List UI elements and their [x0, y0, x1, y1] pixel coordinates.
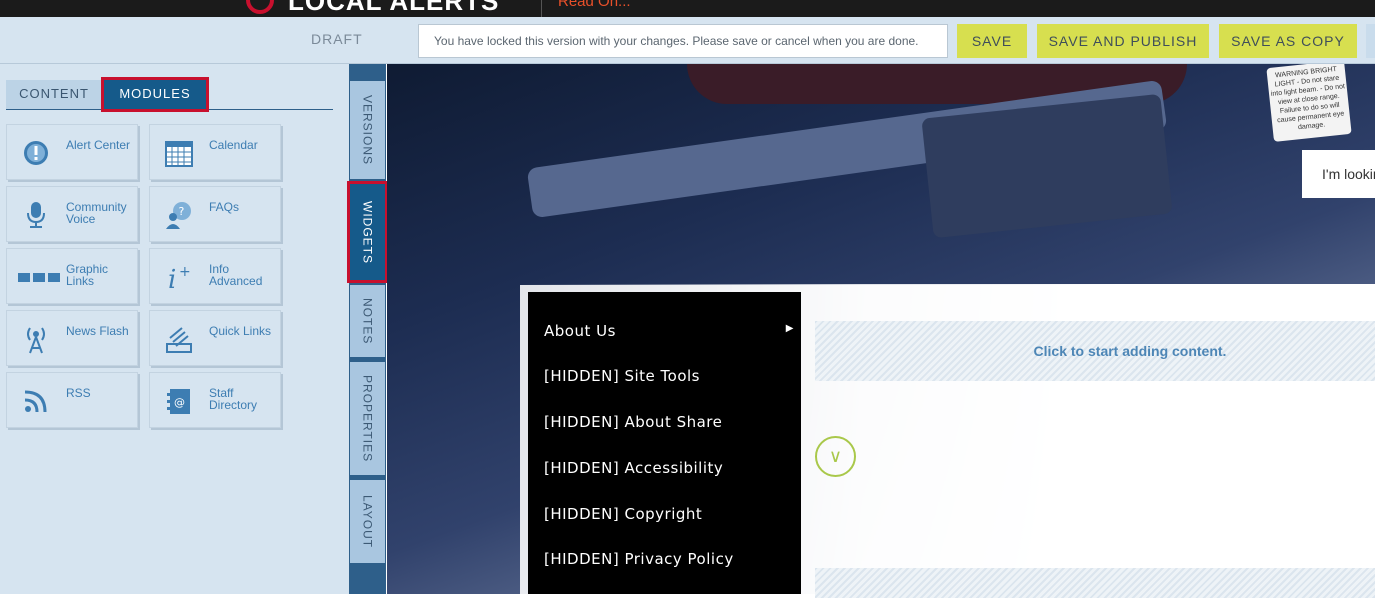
- tab-modules[interactable]: MODULES: [101, 77, 209, 112]
- tab-layout[interactable]: LAYOUT: [350, 480, 385, 563]
- dropzone-label: Click to start adding content.: [1033, 343, 1227, 359]
- module-label: Calendar: [209, 138, 258, 152]
- module-label: FAQs: [209, 200, 240, 214]
- module-label: Info Advanced: [209, 262, 263, 288]
- quick-links-icon: [164, 324, 194, 354]
- module-calendar[interactable]: Calendar: [149, 124, 281, 180]
- tab-content[interactable]: CONTENT: [6, 80, 102, 109]
- site-name: LOCAL ALERTS: [288, 0, 500, 16]
- tab-versions[interactable]: VERSIONS: [350, 81, 385, 179]
- calendar-icon: [164, 138, 194, 168]
- menu-item-copyright[interactable]: [HIDDEN] Copyright: [544, 505, 794, 523]
- chevron-down-icon[interactable]: ∨: [815, 436, 856, 477]
- module-community-voice[interactable]: Community Voice: [6, 186, 138, 242]
- panel-tabs: CONTENT MODULES: [6, 77, 333, 112]
- site-header-bar: LOCAL ALERTS Read On...: [0, 0, 1375, 17]
- search-input[interactable]: I'm looking: [1302, 150, 1375, 198]
- modules-panel: CONTENT MODULES Alert Center Calendar Co…: [0, 64, 349, 594]
- vertical-tab-strip: VERSIONS WIDGETS NOTES PROPERTIES LAYOUT: [347, 64, 388, 594]
- microphone-icon: [21, 200, 51, 230]
- broadcast-icon: [21, 324, 51, 354]
- directory-icon: @: [164, 386, 194, 416]
- lock-message: You have locked this version with your c…: [418, 24, 948, 58]
- faq-icon: ?: [164, 200, 194, 230]
- save-as-copy-button[interactable]: SAVE AS COPY: [1219, 24, 1357, 58]
- module-quick-links[interactable]: Quick Links: [149, 310, 281, 366]
- module-news-flash[interactable]: News Flash: [6, 310, 138, 366]
- svg-text:@: @: [174, 396, 185, 409]
- menu-item-about-share[interactable]: [HIDDEN] About Share: [544, 413, 794, 431]
- tab-properties[interactable]: PROPERTIES: [350, 362, 385, 475]
- module-alert-center[interactable]: Alert Center: [6, 124, 138, 180]
- module-label: RSS: [66, 386, 91, 400]
- module-rss[interactable]: RSS: [6, 372, 138, 428]
- svg-text:+: +: [179, 264, 191, 280]
- module-label: Staff Directory: [209, 386, 258, 412]
- module-label: News Flash: [66, 324, 129, 338]
- module-label: Quick Links: [209, 324, 272, 338]
- save-and-publish-button[interactable]: SAVE AND PUBLISH: [1037, 24, 1209, 58]
- info-icon: i +: [164, 262, 194, 295]
- tab-widgets[interactable]: WIDGETS: [347, 181, 388, 283]
- module-label: Community Voice: [66, 200, 127, 226]
- save-button[interactable]: SAVE: [957, 24, 1027, 58]
- version-status: DRAFT: [311, 31, 363, 47]
- read-on-link[interactable]: Read On...: [558, 0, 631, 10]
- tab-notes[interactable]: NOTES: [350, 285, 385, 357]
- module-label: Alert Center: [66, 138, 131, 152]
- module-graphic-links[interactable]: Graphic Links: [6, 248, 138, 304]
- warning-sticker: WARNING BRIGHT LIGHT - Do not stare into…: [1266, 64, 1352, 142]
- menu-item-about-us[interactable]: About Us ▶: [544, 322, 794, 340]
- menu-item-accessibility[interactable]: [HIDDEN] Accessibility: [544, 459, 794, 477]
- svg-text:?: ?: [179, 205, 185, 218]
- header-divider: [541, 0, 542, 17]
- hero-bracket: [921, 93, 1173, 239]
- menu-item-privacy-policy[interactable]: [HIDDEN] Privacy Policy: [544, 550, 794, 568]
- module-staff-directory[interactable]: @ Staff Directory: [149, 372, 281, 428]
- menu-item-site-tools[interactable]: [HIDDEN] Site Tools: [544, 367, 794, 385]
- site-logo-icon: [246, 0, 274, 14]
- alert-icon: [21, 138, 51, 168]
- rss-icon: [21, 386, 51, 416]
- module-faqs[interactable]: ? FAQs: [149, 186, 281, 242]
- submenu-arrow-icon: ▶: [785, 323, 794, 334]
- graphic-links-icon: [17, 262, 63, 292]
- navigation-flyout-menu: About Us ▶ [HIDDEN] Site Tools [HIDDEN] …: [528, 292, 801, 594]
- module-label: Graphic Links: [66, 262, 109, 288]
- editor-toolbar: DRAFT You have locked this version with …: [0, 17, 1375, 64]
- module-info-advanced[interactable]: i + Info Advanced: [149, 248, 281, 304]
- content-dropzone[interactable]: Click to start adding content.: [815, 321, 1375, 381]
- toolbar-more-button[interactable]: [1366, 24, 1375, 58]
- svg-text:i: i: [168, 265, 176, 292]
